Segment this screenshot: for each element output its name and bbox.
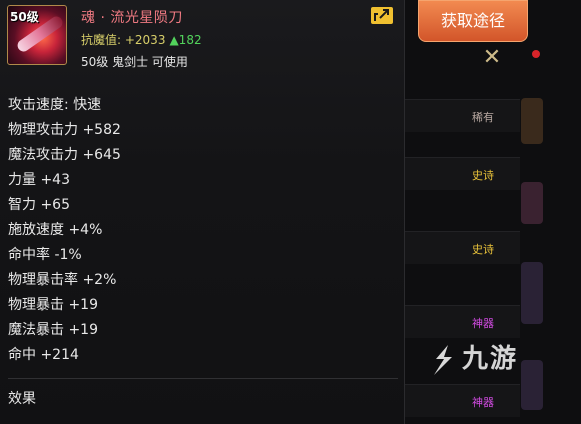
slot-rarity: 稀有 <box>472 111 494 124</box>
item-icon: 50级 <box>7 5 67 65</box>
watermark: 九游 <box>428 338 518 377</box>
slot-item-thumb[interactable] <box>521 360 543 410</box>
stat-physical-crit-rate: 物理暴击率 +2% <box>8 272 117 288</box>
item-tooltip: 50级 魂 · 流光星陨刀 抗魔值: +2033 ▲182 50级 鬼剑士 可使用… <box>0 0 405 424</box>
resist-value: +2033 <box>124 33 166 47</box>
equipment-slot[interactable]: 史诗 <box>405 231 520 264</box>
resist-delta: ▲182 <box>169 33 202 47</box>
stat-hit-rate: 命中率 -1% <box>8 247 82 263</box>
stat-physical-attack: 物理攻击力 +582 <box>8 122 121 138</box>
notification-dot <box>532 50 540 58</box>
resist-label: 抗魔值: <box>81 33 125 47</box>
slot-item-thumb[interactable] <box>521 98 543 144</box>
jiuyou-logo-icon <box>434 344 452 375</box>
slot-rarity: 神器 <box>472 396 494 409</box>
watermark-text: 九游 <box>462 344 519 374</box>
obtain-source-button[interactable]: 获取途径 <box>418 0 528 42</box>
slot-item-thumb[interactable] <box>521 262 543 324</box>
slot-rarity: 神器 <box>472 317 494 330</box>
item-requirement: 50级 鬼剑士 可使用 <box>81 55 188 69</box>
stat-intelligence: 智力 +65 <box>8 197 70 213</box>
stat-magic-crit: 魔法暴击 +19 <box>8 322 98 338</box>
stat-list: 攻击速度: 快速 物理攻击力 +582 魔法攻击力 +645 力量 +43 智力… <box>8 96 121 371</box>
item-name: 魂 · 流光星陨刀 <box>81 10 183 26</box>
slot-rarity: 史诗 <box>472 169 494 182</box>
stat-strength: 力量 +43 <box>8 172 70 188</box>
resist-value-row: 抗魔值: +2033 ▲182 <box>81 31 202 48</box>
equipment-slot[interactable]: 史诗 <box>405 157 520 190</box>
close-icon[interactable]: ✕ <box>480 46 504 70</box>
equipment-slot[interactable]: 神器 <box>405 384 520 417</box>
stat-hit: 命中 +214 <box>8 347 79 363</box>
stat-attack-speed: 攻击速度: 快速 <box>8 97 102 113</box>
equipment-slot[interactable]: 神器 <box>405 305 520 338</box>
effect-label: 效果 <box>8 391 36 407</box>
stat-physical-crit: 物理暴击 +19 <box>8 297 98 313</box>
slot-item-thumb[interactable] <box>521 182 543 224</box>
equipment-slot[interactable]: 稀有 <box>405 99 520 132</box>
share-icon[interactable] <box>371 7 393 24</box>
stat-cast-speed: 施放速度 +4% <box>8 222 103 238</box>
divider <box>8 378 398 379</box>
slot-rarity: 史诗 <box>472 243 494 256</box>
stat-magic-attack: 魔法攻击力 +645 <box>8 147 121 163</box>
item-level-badge: 50级 <box>10 10 39 24</box>
